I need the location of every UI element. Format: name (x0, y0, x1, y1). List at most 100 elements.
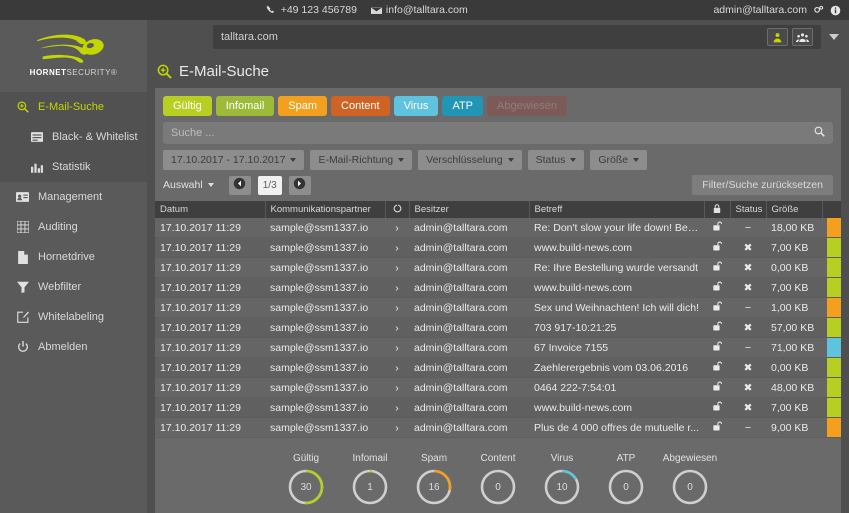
tab-abgewiesen[interactable]: Abgewiesen (487, 96, 567, 116)
table-row[interactable]: 17.10.2017 11:29 sample@ssm1337.io › admin@… (155, 377, 841, 398)
stat-virus[interactable]: Virus 10 (536, 453, 588, 507)
col-subject[interactable]: Betreff (529, 201, 705, 218)
cell-owner: admin@talltara.com (409, 237, 529, 258)
cell-direction: › (385, 277, 409, 298)
cell-direction: › (385, 237, 409, 258)
tab-spam[interactable]: Spam (278, 96, 328, 116)
unlock-icon (704, 337, 730, 358)
tab-label: Spam (288, 100, 318, 112)
stat-g-ltig[interactable]: Gültig 30 (280, 453, 332, 507)
settings-gears-icon[interactable] (813, 5, 824, 16)
cell-size: 18,00 KB (766, 218, 822, 238)
sidebar-item-abmelden[interactable]: Abmelden (0, 332, 147, 362)
col-owner[interactable]: Besitzer (409, 201, 530, 218)
tab-infomail[interactable]: Infomail (215, 96, 275, 116)
sidebar-item-auditing[interactable]: Auditing (0, 212, 147, 242)
row-action-button[interactable] (822, 297, 841, 318)
col-direction[interactable] (385, 201, 410, 218)
tab-gueltig[interactable]: Gültig (163, 96, 212, 116)
stat-abgewiesen[interactable]: Abgewiesen 0 (663, 453, 717, 507)
table-row[interactable]: 17.10.2017 11:29 sample@ssm1337.io › admin@… (155, 237, 841, 258)
account-email[interactable]: admin@talltara.com (713, 4, 807, 16)
stat-atp[interactable]: ATP 0 (600, 453, 652, 507)
row-action-button[interactable] (822, 237, 841, 258)
row-action-button[interactable] (822, 277, 841, 298)
row-action-button[interactable] (822, 417, 841, 438)
col-size[interactable]: Größe (766, 201, 823, 218)
table-row[interactable]: 17.10.2017 11:29 sample@ssm1337.io › admin@… (155, 277, 841, 298)
sidebar-item-management[interactable]: Management (0, 182, 147, 212)
domain-selector[interactable]: talltara.com (213, 25, 821, 49)
cell-size: 9,00 KB (766, 417, 822, 438)
table-row[interactable]: 17.10.2017 11:29 sample@ssm1337.io › admin@… (155, 337, 841, 358)
cell-partner: sample@ssm1337.io (265, 277, 385, 298)
row-action-button[interactable] (822, 397, 841, 418)
tab-atp[interactable]: ATP (442, 96, 484, 116)
cell-subject: Plus de 4 000 offres de mutuelle r... (529, 417, 704, 438)
cell-subject: www.build-news.com (529, 237, 704, 258)
stat-content[interactable]: Content 0 (472, 453, 524, 507)
sidebar-item-hornetdrive[interactable]: Hornetdrive (0, 242, 147, 272)
col-date[interactable]: Datum (155, 201, 266, 218)
cell-owner: admin@talltara.com (409, 297, 529, 318)
row-action-button[interactable] (822, 357, 841, 378)
row-action-button[interactable] (822, 257, 841, 278)
date-range-filter[interactable]: 17.10.2017 - 17.10.2017 (163, 150, 305, 170)
file-icon (16, 250, 29, 264)
status-filter[interactable]: Status (527, 150, 585, 170)
power-icon (16, 341, 29, 354)
mail-direction-filter[interactable]: E-Mail-Richtung (310, 150, 413, 170)
next-page-button[interactable] (288, 175, 311, 195)
info-icon[interactable] (830, 5, 841, 16)
sidebar-item-black-whitelist[interactable]: Black- & Whitelist (0, 122, 147, 152)
tab-virus[interactable]: Virus (393, 96, 439, 116)
size-filter[interactable]: Größe (590, 150, 648, 170)
stat-spam[interactable]: Spam 16 (408, 453, 460, 507)
selection-dropdown[interactable]: Auswahl (163, 179, 214, 191)
brand-logo[interactable]: HORNETSECURITY® (0, 20, 147, 82)
donut-gauge: 0 (478, 467, 518, 507)
row-action-button[interactable] (822, 317, 841, 338)
cell-owner: admin@talltara.com (409, 377, 529, 398)
user-group-icon[interactable] (792, 28, 813, 46)
cell-subject: 703 917-10:21:25 (529, 317, 704, 338)
search-icon[interactable] (814, 126, 825, 140)
search-input[interactable]: Suche ... (163, 122, 833, 144)
table-row[interactable]: 17.10.2017 11:29 sample@ssm1337.io › admin@… (155, 297, 841, 318)
stat-infomail[interactable]: Infomail 1 (344, 453, 396, 507)
cell-partner: sample@ssm1337.io (265, 317, 385, 338)
tab-label: Virus (403, 100, 429, 112)
reset-filters-button[interactable]: Filter/Suche zurücksetzen (692, 175, 833, 195)
prev-page-button[interactable] (228, 175, 251, 195)
col-status[interactable]: Status (730, 201, 767, 218)
row-action-button[interactable] (822, 218, 841, 238)
sidebar-item-statistik[interactable]: Statistik (0, 152, 147, 182)
table-row[interactable]: 17.10.2017 11:29 sample@ssm1337.io › admin@… (155, 317, 841, 338)
table-row[interactable]: 17.10.2017 11:29 sample@ssm1337.io › admin@… (155, 218, 841, 238)
chevron-down-icon[interactable] (829, 34, 839, 40)
col-partner[interactable]: Kommunikationspartner (265, 201, 386, 218)
row-action-button[interactable] (822, 377, 841, 398)
table-row[interactable]: 17.10.2017 11:29 sample@ssm1337.io › admin@… (155, 357, 841, 378)
email-table: Datum Kommunikationspartner Besitzer Bet… (155, 201, 841, 438)
encryption-filter[interactable]: Verschlüsselung (418, 150, 522, 170)
cell-partner: sample@ssm1337.io (265, 377, 385, 398)
cell-size: 7,00 KB (766, 237, 822, 258)
user-icon[interactable] (767, 28, 788, 46)
table-row[interactable]: 17.10.2017 11:29 sample@ssm1337.io › admin@… (155, 397, 841, 418)
cell-partner: sample@ssm1337.io (265, 218, 385, 238)
tab-label: Gültig (173, 100, 202, 112)
cell-owner: admin@talltara.com (409, 257, 529, 278)
table-row[interactable]: 17.10.2017 11:29 sample@ssm1337.io › admin@… (155, 417, 841, 438)
col-encryption[interactable] (704, 201, 731, 218)
sidebar-item-e-mail-suche[interactable]: E-Mail-Suche (0, 92, 147, 122)
chevron-down-icon (570, 158, 577, 162)
filter-row: 17.10.2017 - 17.10.2017 E-Mail-Richtung … (155, 150, 841, 175)
row-action-button[interactable] (822, 337, 841, 358)
sidebar-item-whitelabeling[interactable]: Whitelabeling (0, 302, 147, 332)
unlock-icon (704, 357, 730, 378)
table-row[interactable]: 17.10.2017 11:29 sample@ssm1337.io › admin@… (155, 257, 841, 278)
tab-content[interactable]: Content (331, 96, 390, 116)
email-table-wrapper[interactable]: Datum Kommunikationspartner Besitzer Bet… (155, 201, 841, 445)
sidebar-item-webfilter[interactable]: Webfilter (0, 272, 147, 302)
